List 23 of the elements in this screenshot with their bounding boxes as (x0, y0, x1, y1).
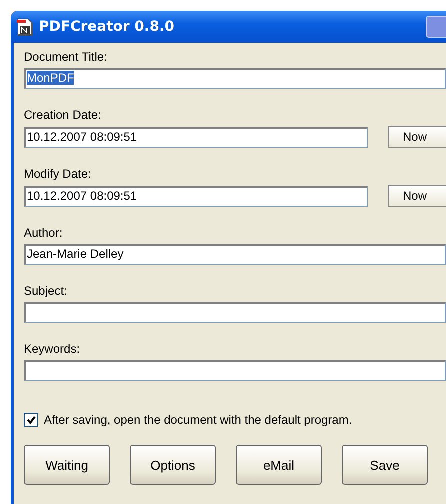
pdf-document-icon (17, 18, 33, 36)
field-label: Keywords: (24, 341, 80, 357)
close-button[interactable] (426, 16, 446, 38)
input-field[interactable]: 10.12.2007 08:09:51 (24, 186, 368, 206)
dialog-button[interactable]: eMail (236, 445, 322, 485)
now-button[interactable]: Now (388, 185, 446, 207)
field-label: Modify Date: (24, 166, 92, 182)
window-title: PDFCreator 0.8.0 (39, 19, 176, 35)
field-label: Author: (24, 225, 63, 241)
checkbox-label: After saving, open the document with the default program. (44, 413, 352, 427)
now-button[interactable]: Now (388, 126, 446, 148)
dialog-button[interactable]: Options (130, 445, 216, 485)
field-label: Creation Date: (24, 107, 102, 123)
input-field[interactable] (24, 360, 446, 381)
checkbox[interactable] (24, 413, 38, 427)
field-label: Document Title: (24, 49, 108, 65)
field-label: Subject: (24, 283, 68, 299)
input-field[interactable]: Jean-Marie Delley (24, 244, 446, 265)
input-field[interactable]: MonPDF (24, 68, 446, 89)
input-field[interactable]: 10.12.2007 08:09:51 (24, 126, 368, 148)
dialog-button[interactable]: Waiting (24, 445, 110, 485)
dialog-button[interactable]: Save (342, 445, 428, 485)
input-field[interactable] (24, 302, 446, 323)
